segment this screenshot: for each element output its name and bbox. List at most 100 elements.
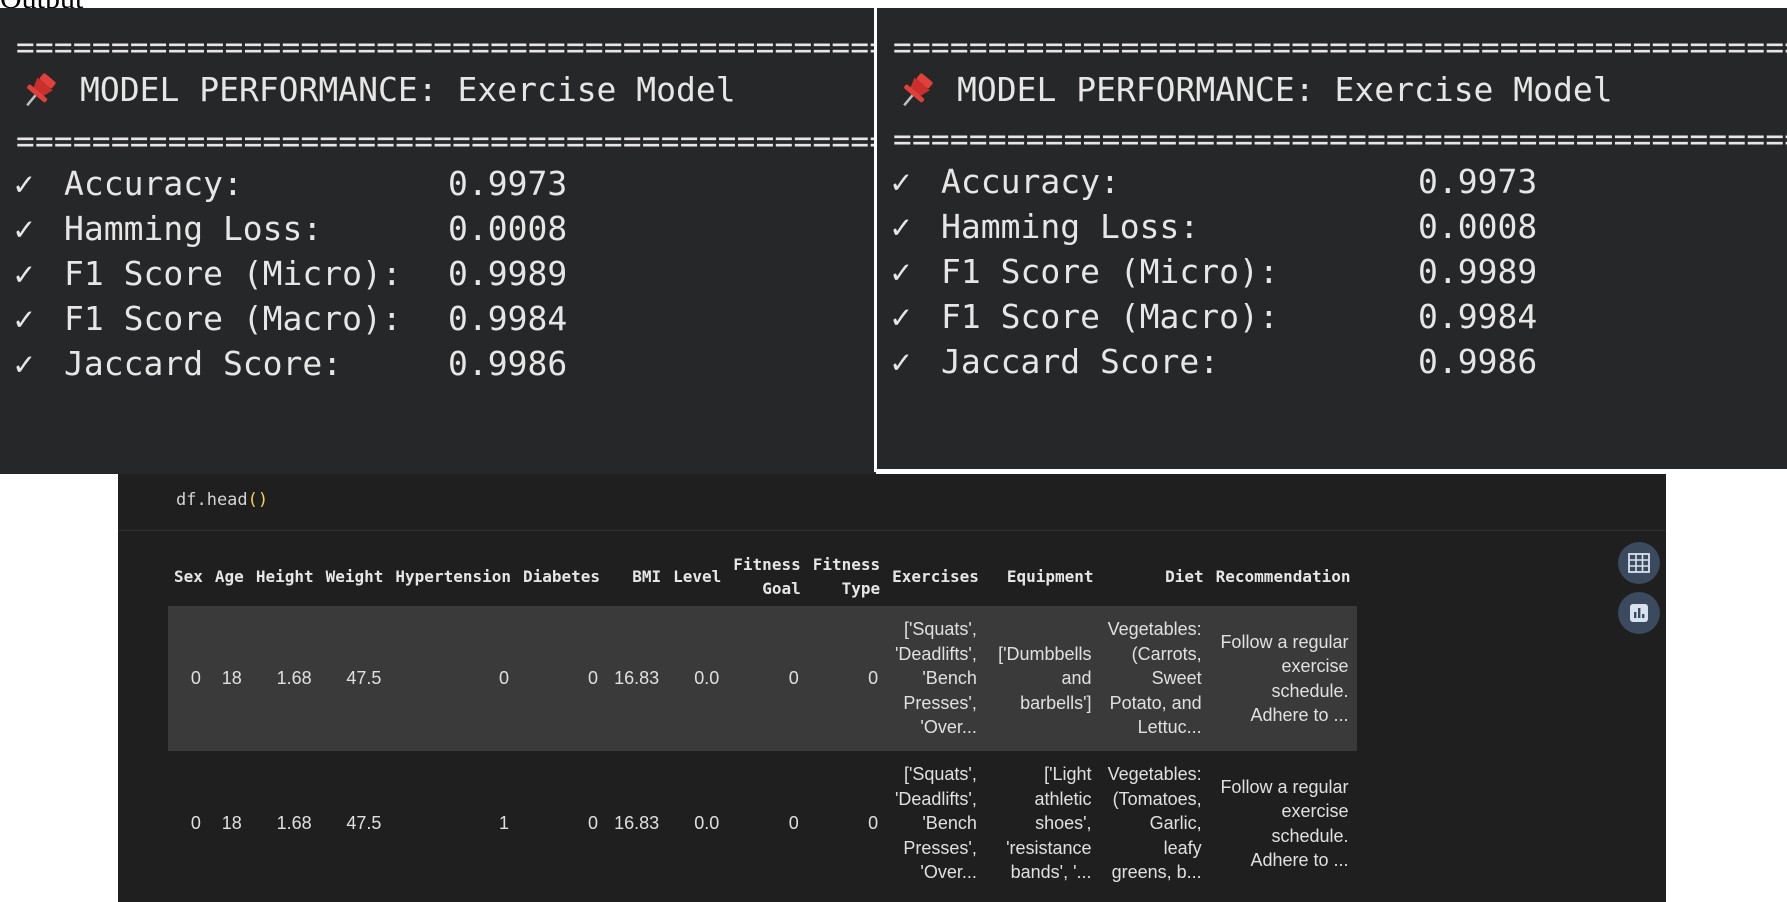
cell: 0 [727,751,807,896]
metric-label: F1 Score (Micro): [941,252,1279,291]
metric-value: 0.0008 [1418,207,1538,246]
col-header: Equipment [1006,567,1094,586]
col-header: Sex [174,567,203,586]
col-header: Height [255,567,314,586]
cell: 0.0 [667,751,728,896]
cell: Follow a regular exercise schedule. Adhe… [1209,606,1357,751]
check-icon: ✓ [891,162,911,201]
cell: 47.5 [319,751,390,896]
metric-f1-micro: ✓ F1 Score (Micro): 0.9989 [14,254,567,294]
cell: ['Squats', 'Deadlifts', 'Bench Presses',… [886,751,985,896]
cell: Vegetables: (Carrots, Sweet Potato, and … [1099,606,1210,751]
cell: 1.68 [249,606,320,751]
metric-label: Jaccard Score: [64,344,343,383]
cell: 1 [389,751,517,896]
bar-chart-icon [1630,604,1648,622]
check-icon: ✓ [891,252,911,291]
code-function: df.head [176,490,248,510]
col-header: Diet [1165,567,1204,586]
performance-title: MODEL PERFORMANCE: Exercise Model [957,70,1613,109]
dataframe-table: Sex Age Height Weight Hypertension Diabe… [168,548,1357,896]
metric-jaccard: ✓ Jaccard Score: 0.9986 [891,342,1537,382]
col-header: Fitness Type [812,555,881,598]
metric-hamming-loss: ✓ Hamming Loss: 0.0008 [891,207,1537,247]
metric-hamming-loss: ✓ Hamming Loss: 0.0008 [14,209,567,249]
separator-top: ========================================… [16,30,876,66]
metric-value: 0.9989 [1418,252,1538,291]
code-parens: () [247,490,269,510]
metric-f1-macro: ✓ F1 Score (Macro): 0.9984 [891,297,1537,337]
table-row: 0 18 1.68 47.5 0 0 16.83 0.0 0 0 ['Squat… [168,606,1357,751]
cell: Follow a regular exercise schedule. Adhe… [1209,751,1357,896]
cell: 16.83 [606,606,668,751]
performance-title-row: MODEL PERFORMANCE: Exercise Model [18,70,736,110]
pin-icon [903,73,933,107]
col-header: Exercises [892,567,979,586]
metric-value: 0.9973 [1418,162,1538,201]
metric-value: 0.9989 [448,254,568,293]
metric-label: Hamming Loss: [64,209,323,248]
cell: 16.83 [606,751,668,896]
table-header-row: Sex Age Height Weight Hypertension Diabe… [168,548,1357,606]
check-icon: ✓ [14,299,34,338]
col-header: Recommendation [1215,567,1351,586]
separator-bottom: ========================================… [893,122,1787,158]
cell: 0 [517,606,607,751]
cell: 0 [806,606,887,751]
cell: ['Dumbbells and barbells'] [984,606,1100,751]
metric-label: Accuracy: [64,164,243,203]
performance-title-row: MODEL PERFORMANCE: Exercise Model [895,70,1613,110]
col-header: Age [214,567,244,586]
metric-label: Accuracy: [941,162,1120,201]
metric-accuracy: ✓ Accuracy: 0.9973 [891,162,1537,202]
metric-label: F1 Score (Macro): [941,297,1279,336]
cell-divider [118,530,1666,531]
cell: 47.5 [319,606,390,751]
convert-to-table-button[interactable] [1618,542,1660,584]
metric-value: 0.0008 [448,209,568,248]
cell: 0 [168,751,209,896]
separator-top: ========================================… [893,30,1787,66]
metric-value: 0.9986 [1418,342,1538,381]
col-header: Hypertension [395,567,511,586]
performance-panel-left: ========================================… [0,8,876,474]
col-header: Weight [325,567,384,586]
metric-jaccard: ✓ Jaccard Score: 0.9986 [14,344,567,384]
cell: 0 [389,606,517,751]
metric-label: F1 Score (Micro): [64,254,402,293]
cell: 0 [727,606,807,751]
metric-value: 0.9986 [448,344,568,383]
code-line[interactable]: df.head() [176,490,268,510]
separator-bottom: ========================================… [16,124,876,160]
metric-f1-macro: ✓ F1 Score (Macro): 0.9984 [14,299,567,339]
cell: 0.0 [667,606,728,751]
metric-label: Jaccard Score: [941,342,1220,381]
cell: 18 [208,606,250,751]
notebook-cell[interactable]: df.head() Sex Age Height Weight Hyperten… [118,474,1666,902]
performance-title: MODEL PERFORMANCE: Exercise Model [80,70,736,109]
check-icon: ✓ [891,342,911,381]
metric-label: Hamming Loss: [941,207,1200,246]
col-header: Diabetes [523,567,601,586]
cell: ['Squats', 'Deadlifts', 'Bench Presses',… [886,606,985,751]
cell: 0 [806,751,887,896]
col-header: BMI [632,567,662,586]
cell: 0 [517,751,607,896]
check-icon: ✓ [14,209,34,248]
col-header: Level [673,567,722,586]
cell: 18 [208,751,250,896]
cell: Vegetables: (Tomatoes, Garlic, leafy gre… [1099,751,1210,896]
check-icon: ✓ [891,297,911,336]
cell: 1.68 [249,751,320,896]
col-header: Fitness Goal [733,555,801,598]
check-icon: ✓ [14,164,34,203]
metric-label: F1 Score (Macro): [64,299,402,338]
suggest-chart-button[interactable] [1618,592,1660,634]
metric-value: 0.9984 [448,299,568,338]
metric-value: 0.9973 [448,164,568,203]
metric-value: 0.9984 [1418,297,1538,336]
table-row: 0 18 1.68 47.5 1 0 16.83 0.0 0 0 ['Squat… [168,751,1357,896]
performance-panel-right: ========================================… [874,8,1787,472]
metric-f1-micro: ✓ F1 Score (Micro): 0.9989 [891,252,1537,292]
pin-icon [26,73,56,107]
